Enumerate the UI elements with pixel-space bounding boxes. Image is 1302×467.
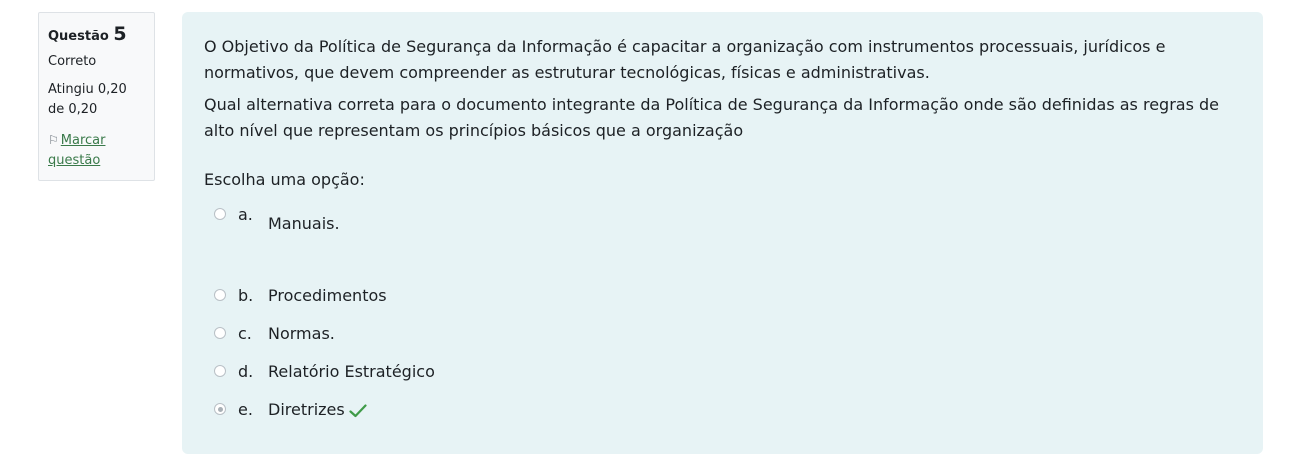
answer-text: Manuais. — [268, 214, 340, 233]
answer-text: Normas. — [268, 324, 335, 343]
check-icon — [349, 403, 367, 417]
radio-e[interactable] — [214, 403, 226, 415]
question-number: Questão 5 — [48, 23, 145, 48]
answer-text-wrap: Diretrizes — [268, 398, 367, 422]
answer-text: Diretrizes — [268, 400, 345, 419]
answer-prompt: Escolha uma opção: — [204, 170, 365, 189]
question-label: Questão — [48, 29, 109, 44]
radio-a[interactable] — [214, 208, 226, 220]
question-text: O Objetivo da Política de Segurança da I… — [204, 34, 1249, 150]
answer-letter: c. — [238, 324, 252, 343]
question-paragraph-2: Qual alternativa correta para o document… — [204, 95, 1219, 140]
radio-d[interactable] — [214, 365, 226, 377]
answer-letter: d. — [238, 362, 254, 381]
question-content: O Objetivo da Política de Segurança da I… — [182, 12, 1263, 454]
flag-icon: ⚐ — [48, 133, 59, 147]
answer-text: Relatório Estratégico — [268, 362, 435, 381]
answer-letter: e. — [238, 400, 253, 419]
question-state: Correto — [48, 54, 97, 69]
question-info-panel: Questão 5 Correto Atingiu 0,20 de 0,20 ⚐… — [38, 12, 155, 181]
question-paragraph-1: O Objetivo da Política de Segurança da I… — [204, 37, 1166, 82]
answer-letter: b. — [238, 286, 254, 305]
quiz-page: Questão 5 Correto Atingiu 0,20 de 0,20 ⚐… — [0, 0, 1302, 467]
answer-letter: a. — [238, 205, 253, 224]
question-grade: Atingiu 0,20 de 0,20 — [48, 82, 127, 117]
radio-c[interactable] — [214, 327, 226, 339]
flag-question[interactable]: ⚐ Marcar questão — [48, 130, 145, 171]
question-number-value: 5 — [113, 23, 127, 45]
answer-text: Procedimentos — [268, 286, 387, 305]
radio-b[interactable] — [214, 289, 226, 301]
